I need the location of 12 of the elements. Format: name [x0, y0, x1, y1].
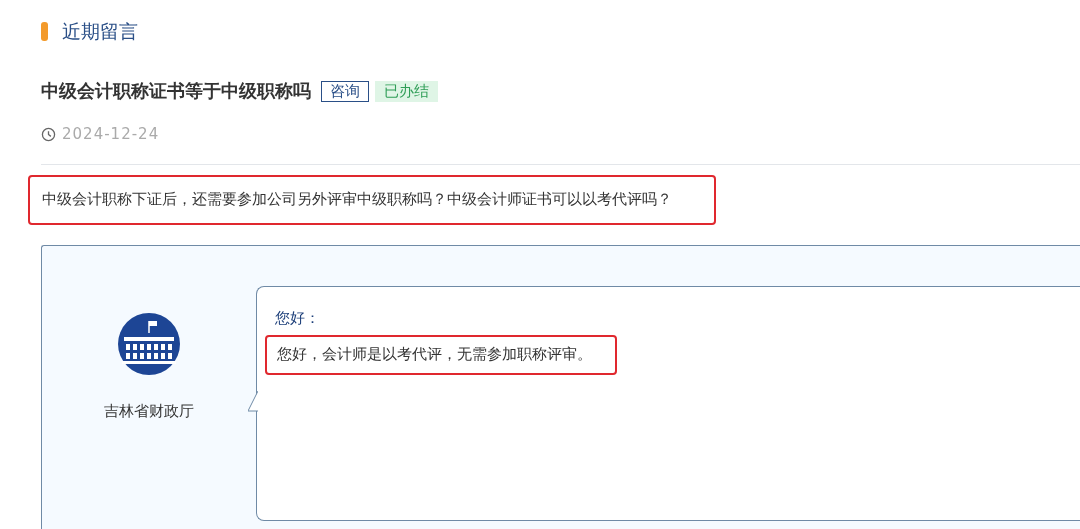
answer-text: 您好，会计师是以考代评，无需参加职称评审。: [277, 345, 592, 365]
question-text: 中级会计职称下证后，还需要参加公司另外评审中级职称吗？中级会计师证书可以以考代评吗？: [42, 189, 672, 209]
greeting-text: 您好：: [274, 307, 321, 329]
section-title: 近期留言: [62, 19, 138, 43]
tag: 已办结: [375, 80, 438, 102]
author-name: 吉林省财政厅: [104, 400, 194, 422]
message-title: 中级会计职称证书等于中级职称吗: [41, 79, 311, 103]
accent-bar: [41, 21, 48, 41]
tag: 咨询: [321, 80, 369, 102]
message-date: 2024-12-24: [62, 124, 160, 145]
clock-icon: [41, 126, 56, 142]
building-avatar-icon: [118, 312, 180, 375]
